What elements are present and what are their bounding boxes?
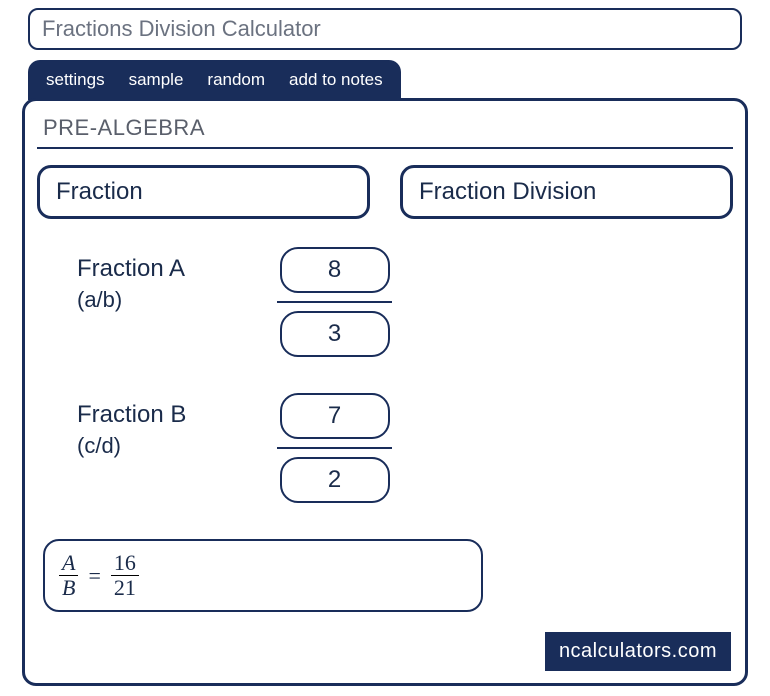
tab-settings[interactable]: settings [46, 70, 105, 90]
fraction-b-label: Fraction B (c/d) [77, 393, 277, 459]
fraction-a-label: Fraction A (a/b) [77, 247, 277, 313]
result-left-num: A [59, 551, 78, 576]
fraction-a-name: Fraction A [77, 255, 277, 283]
result-left-fraction: A B [59, 551, 78, 600]
fraction-b-denominator-input[interactable] [280, 457, 390, 503]
tabs-bar: settings sample random add to notes [28, 60, 401, 100]
fraction-b-sub: (c/d) [77, 433, 277, 459]
fraction-a-denominator-input[interactable] [280, 311, 390, 357]
operation-selector[interactable]: Fraction Division [400, 165, 733, 219]
tab-random[interactable]: random [207, 70, 265, 90]
fraction-a-divider [277, 301, 392, 303]
result-right-num: 16 [111, 551, 139, 576]
fraction-b-inputs [277, 393, 392, 503]
fraction-b-name: Fraction B [77, 401, 277, 429]
breadcrumb: PRE-ALGEBRA [37, 115, 733, 149]
calculator-panel: PRE-ALGEBRA Fraction Fraction Division F… [22, 98, 748, 686]
fraction-a-sub: (a/b) [77, 287, 277, 313]
fraction-b-block: Fraction B (c/d) [37, 393, 733, 503]
result-equals: = [88, 563, 100, 589]
fraction-a-inputs [277, 247, 392, 357]
selector-row: Fraction Fraction Division [37, 165, 733, 219]
fraction-b-divider [277, 447, 392, 449]
topic-selector[interactable]: Fraction [37, 165, 370, 219]
result-right-den: 21 [111, 576, 139, 600]
tab-sample[interactable]: sample [129, 70, 184, 90]
fraction-b-numerator-input[interactable] [280, 393, 390, 439]
result-box: A B = 16 21 [43, 539, 483, 612]
result-left-den: B [59, 576, 78, 600]
result-right-fraction: 16 21 [111, 551, 139, 600]
tab-add-to-notes[interactable]: add to notes [289, 70, 383, 90]
brand-badge: ncalculators.com [545, 632, 731, 671]
fraction-a-numerator-input[interactable] [280, 247, 390, 293]
fraction-a-block: Fraction A (a/b) [37, 247, 733, 357]
page-title: Fractions Division Calculator [28, 8, 742, 50]
